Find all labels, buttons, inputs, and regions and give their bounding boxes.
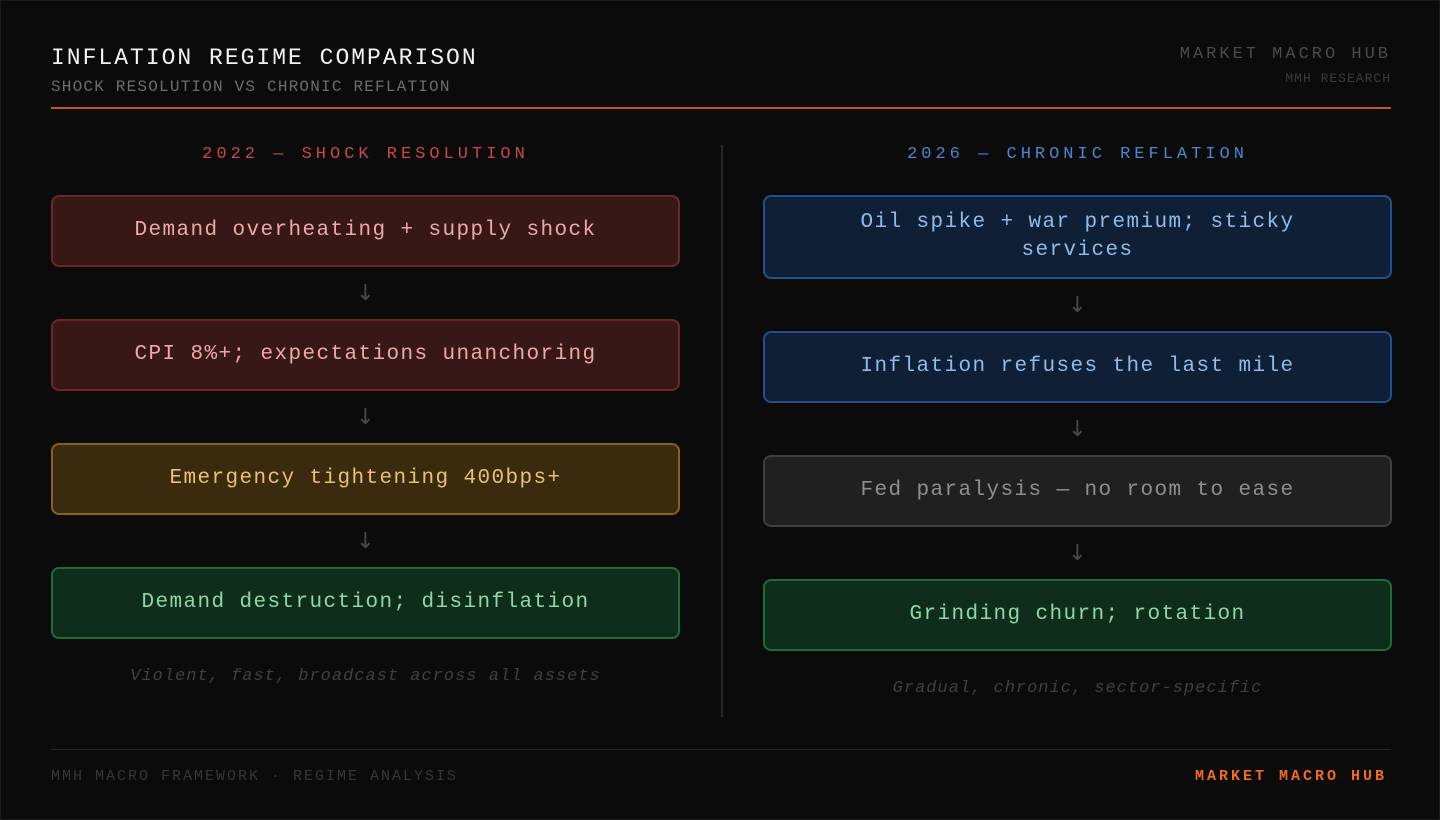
down-arrow-icon: ↓ (1068, 540, 1087, 566)
brand-subtitle: MMH RESEARCH (1285, 71, 1391, 86)
down-arrow-icon: ↓ (356, 404, 375, 430)
column-caption: Violent, fast, broadcast across all asse… (130, 667, 601, 686)
column-heading: 2026 — CHRONIC REFLATION (907, 145, 1248, 164)
brand-name: MARKET MACRO HUB (1179, 45, 1391, 64)
flow-step: Oil spike + war premium; sticky services (763, 195, 1392, 279)
flow: Demand overheating + supply shock ↓ CPI … (51, 195, 680, 639)
footer: MMH MACRO FRAMEWORK · REGIME ANALYSIS MA… (51, 749, 1391, 789)
chronic-reflation-column: 2026 — CHRONIC REFLATION Oil spike + war… (763, 145, 1392, 698)
footer-brand: MARKET MACRO HUB (1194, 768, 1387, 785)
footer-framework-label: MMH MACRO FRAMEWORK · REGIME ANALYSIS (51, 768, 459, 785)
down-arrow-icon: ↓ (1068, 292, 1087, 318)
flow-step: Demand overheating + supply shock (51, 195, 680, 267)
flow-step: CPI 8%+; expectations unanchoring (51, 319, 680, 391)
down-arrow-icon: ↓ (356, 280, 375, 306)
flow: Oil spike + war premium; sticky services… (763, 195, 1392, 651)
column-heading: 2022 — SHOCK RESOLUTION (202, 145, 529, 164)
flow-step: Demand destruction; disinflation (51, 567, 680, 639)
flow-step: Emergency tightening 400bps+ (51, 443, 680, 515)
column-caption: Gradual, chronic, sector-specific (892, 679, 1263, 698)
slide: INFLATION REGIME COMPARISON SHOCK RESOLU… (0, 0, 1440, 820)
shock-resolution-column: 2022 — SHOCK RESOLUTION Demand overheati… (51, 145, 680, 686)
down-arrow-icon: ↓ (1068, 416, 1087, 442)
column-divider (721, 145, 723, 717)
flow-step: Grinding churn; rotation (763, 579, 1392, 651)
down-arrow-icon: ↓ (356, 528, 375, 554)
flow-step: Inflation refuses the last mile (763, 331, 1392, 403)
header: INFLATION REGIME COMPARISON SHOCK RESOLU… (51, 45, 1391, 109)
page-title: INFLATION REGIME COMPARISON (51, 45, 478, 71)
page-subtitle: SHOCK RESOLUTION VS CHRONIC REFLATION (51, 78, 451, 96)
flow-step: Fed paralysis — no room to ease (763, 455, 1392, 527)
